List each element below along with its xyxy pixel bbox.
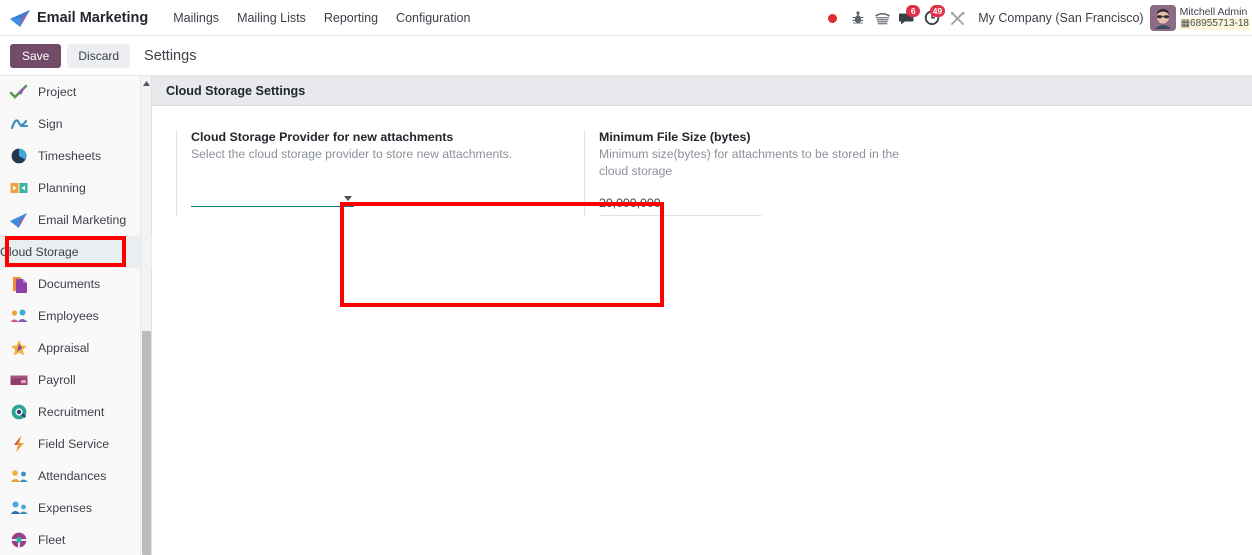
user-name: Mitchell Admin xyxy=(1180,6,1250,18)
sidebar-item-label: Expenses xyxy=(38,501,92,515)
sidebar-item-expenses[interactable]: Expenses xyxy=(0,492,152,524)
activities-clock-icon[interactable]: 49 xyxy=(920,3,945,33)
planning-icon xyxy=(8,177,30,199)
sidebar-item-label: Cloud Storage xyxy=(0,245,79,259)
sidebar-item-label: Fleet xyxy=(38,533,65,547)
messages-icon[interactable]: 6 xyxy=(895,3,920,33)
sidebar-item-label: Project xyxy=(38,85,76,99)
section-title: Cloud Storage Settings xyxy=(166,84,305,98)
control-bar: Save Discard Settings xyxy=(0,36,1252,76)
avatar[interactable] xyxy=(1150,5,1176,31)
email-marketing-icon xyxy=(8,209,30,231)
activities-badge: 49 xyxy=(930,5,945,17)
setting-minimum-file-size: Minimum File Size (bytes) Minimum size(b… xyxy=(584,130,934,216)
user-info[interactable]: Mitchell Admin ▦68955713-18 xyxy=(1180,6,1250,30)
sidebar-item-label: Sign xyxy=(38,117,63,131)
sidebar-scrollbar-thumb[interactable] xyxy=(142,331,151,555)
recruitment-icon xyxy=(8,401,30,423)
field-service-icon xyxy=(8,433,30,455)
settings-grid: Cloud Storage Provider for new attachmen… xyxy=(152,106,1252,216)
app-name[interactable]: Email Marketing xyxy=(37,10,148,26)
sidebar-item-field-service[interactable]: Field Service xyxy=(0,428,152,460)
red-dot-icon[interactable] xyxy=(820,3,845,33)
sidebar-item-employees[interactable]: Employees xyxy=(0,300,152,332)
tools-icon[interactable] xyxy=(945,3,970,33)
sidebar-item-sign[interactable]: Sign xyxy=(0,108,152,140)
discard-button[interactable]: Discard xyxy=(67,44,130,68)
body: Project Sign Timesheet xyxy=(0,76,1252,555)
sidebar-scrollbar[interactable] xyxy=(140,76,151,555)
database-icon: ▦ xyxy=(1181,18,1190,29)
sidebar-item-attendances[interactable]: Attendances xyxy=(0,460,152,492)
section-header: Cloud Storage Settings xyxy=(152,76,1252,106)
appraisal-icon xyxy=(8,337,30,359)
sidebar-scroll-area: Project Sign Timesheet xyxy=(0,76,152,555)
phone-icon[interactable] xyxy=(870,3,895,33)
cloud-storage-provider-highlight xyxy=(340,202,664,307)
setting-title: Cloud Storage Provider for new attachmen… xyxy=(191,130,566,144)
bug-icon[interactable] xyxy=(845,3,870,33)
menu-configuration[interactable]: Configuration xyxy=(387,7,479,29)
menu-mailing-lists[interactable]: Mailing Lists xyxy=(228,7,315,29)
setting-description: Select the cloud storage provider to sto… xyxy=(191,146,513,163)
menu-reporting[interactable]: Reporting xyxy=(315,7,387,29)
setting-description: Minimum size(bytes) for attachments to b… xyxy=(599,146,921,180)
chevron-up-icon[interactable] xyxy=(141,78,152,89)
sidebar-item-email-marketing[interactable]: Email Marketing xyxy=(0,204,152,236)
cloud-storage-provider-select[interactable] xyxy=(191,185,354,207)
project-icon xyxy=(8,81,30,103)
sidebar-item-recruitment[interactable]: Recruitment xyxy=(0,396,152,428)
timesheets-icon xyxy=(8,145,30,167)
fleet-icon xyxy=(8,529,30,551)
sidebar-item-timesheets[interactable]: Timesheets xyxy=(0,140,152,172)
sidebar-item-label: Timesheets xyxy=(38,149,101,163)
sidebar: Project Sign Timesheet xyxy=(0,76,152,555)
sidebar-item-documents[interactable]: Documents xyxy=(0,268,152,300)
chevron-down-icon[interactable] xyxy=(344,196,352,201)
sidebar-item-cloud-storage[interactable]: Cloud Storage xyxy=(0,236,152,268)
sidebar-item-appraisal[interactable]: Appraisal xyxy=(0,332,152,364)
setting-title: Minimum File Size (bytes) xyxy=(599,130,934,144)
systray: 6 49 My Company (San Francisco) xyxy=(820,0,1252,36)
minimum-file-size-input[interactable]: 20,000,000 xyxy=(599,194,762,216)
sidebar-item-payroll[interactable]: Payroll xyxy=(0,364,152,396)
sidebar-item-label: Recruitment xyxy=(38,405,104,419)
sidebar-item-project[interactable]: Project xyxy=(0,76,152,108)
payroll-icon xyxy=(8,369,30,391)
save-button[interactable]: Save xyxy=(10,44,61,68)
page-title: Settings xyxy=(144,48,196,64)
sidebar-item-label: Attendances xyxy=(38,469,106,483)
main-content: Cloud Storage Settings Cloud Storage Pro… xyxy=(152,76,1252,555)
attendances-icon xyxy=(8,465,30,487)
sidebar-item-label: Appraisal xyxy=(38,341,89,355)
setting-cloud-storage-provider: Cloud Storage Provider for new attachmen… xyxy=(176,130,566,216)
company-selector[interactable]: My Company (San Francisco) xyxy=(978,11,1143,25)
documents-icon xyxy=(8,273,30,295)
sign-icon xyxy=(8,113,30,135)
sidebar-item-label: Employees xyxy=(38,309,99,323)
top-header: Email Marketing Mailings Mailing Lists R… xyxy=(0,0,1252,36)
sidebar-item-label: Field Service xyxy=(38,437,109,451)
sidebar-item-label: Payroll xyxy=(38,373,76,387)
sidebar-item-label: Email Marketing xyxy=(38,213,126,227)
paper-plane-icon[interactable] xyxy=(8,7,34,29)
input-value: 20,000,000 xyxy=(599,196,661,210)
menu-mailings[interactable]: Mailings xyxy=(164,7,228,29)
sidebar-item-planning[interactable]: Planning xyxy=(0,172,152,204)
sidebar-item-label: Documents xyxy=(38,277,100,291)
expenses-icon xyxy=(8,497,30,519)
user-database: ▦68955713-18 xyxy=(1180,18,1250,30)
messages-badge: 6 xyxy=(906,5,920,17)
employees-icon xyxy=(8,305,30,327)
sidebar-item-fleet[interactable]: Fleet xyxy=(0,524,152,555)
sidebar-item-label: Planning xyxy=(38,181,86,195)
